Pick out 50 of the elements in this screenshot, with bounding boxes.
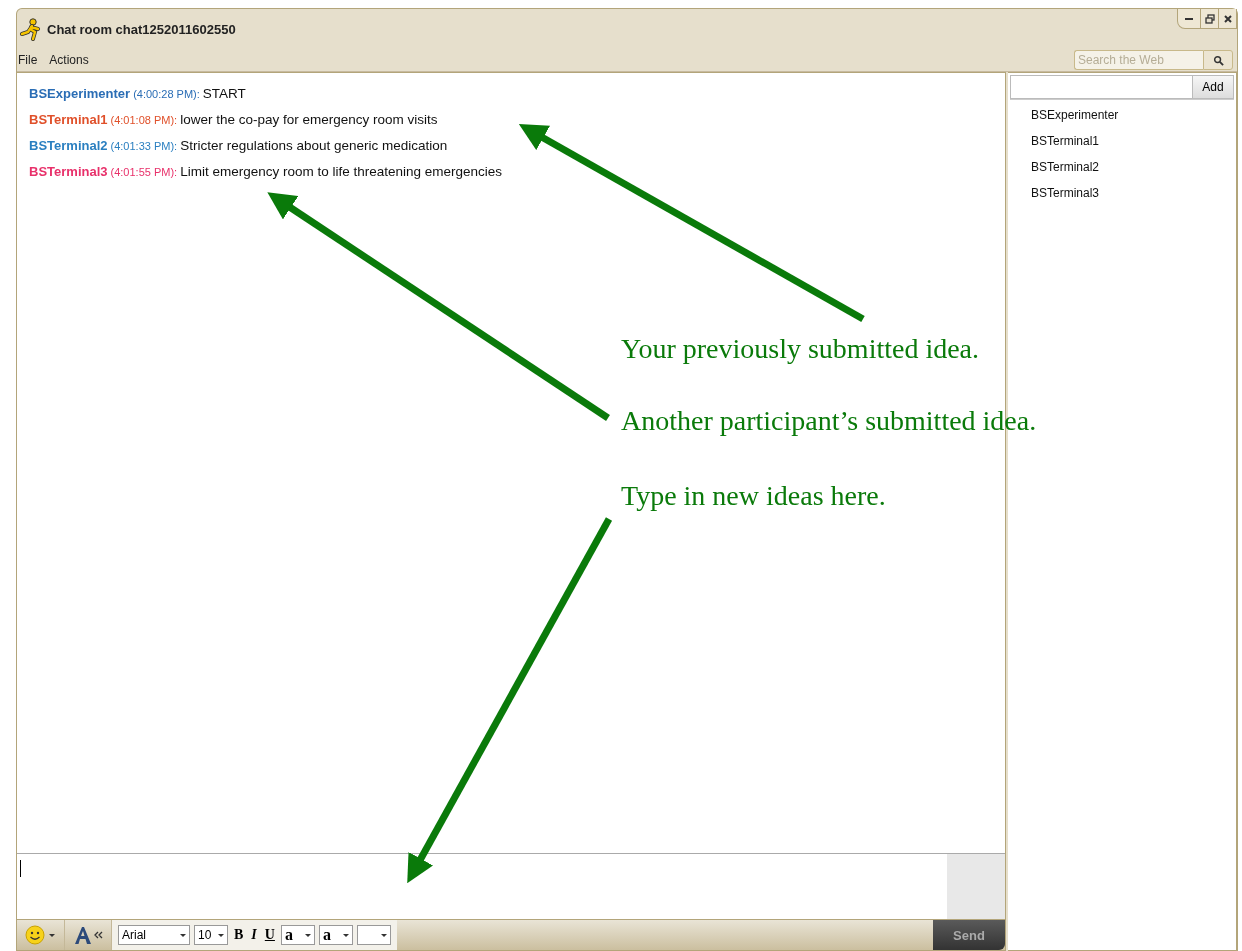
participant-name[interactable]: BSExperimenter	[1008, 102, 1236, 128]
message-text: Limit emergency room to life threatening emergencies	[180, 164, 503, 179]
add-button[interactable]: Add	[1192, 75, 1234, 99]
restore-icon	[1204, 13, 1215, 24]
message-text: Stricter regulations about generic medication	[180, 138, 448, 153]
color-dropdown[interactable]	[356, 925, 391, 945]
annotation-text: Type in new ideas here.	[621, 480, 886, 512]
caret-icon	[303, 931, 312, 939]
add-participant-field[interactable]	[1010, 75, 1192, 99]
italic-button[interactable]: I	[249, 927, 259, 943]
message-text: START	[202, 86, 246, 101]
timestamp: (4:01:08 PM):	[110, 114, 178, 126]
underline-button[interactable]: U	[262, 927, 277, 943]
participant-name[interactable]: BSTerminal3	[1008, 180, 1236, 206]
caret-icon	[179, 931, 187, 939]
window-title: Chat room chat1252011602550	[47, 21, 236, 37]
menu-item[interactable]: File	[18, 53, 38, 67]
sender-name: BSTerminal1	[29, 112, 108, 127]
text-color-button[interactable]: a	[280, 925, 315, 945]
font-size-dropdown[interactable]: 10	[194, 925, 228, 945]
participant-name[interactable]: BSTerminal1	[1008, 128, 1236, 154]
input-side-panel	[947, 854, 1005, 919]
sender-name: BSTerminal2	[29, 138, 108, 153]
close-icon	[1222, 13, 1233, 24]
font-dropdown[interactable]: Arial	[118, 925, 190, 945]
running-figure-icon	[19, 17, 43, 41]
caret-icon	[379, 931, 388, 939]
letter-a-icon	[73, 925, 103, 945]
search-field[interactable]: Search the Web	[1074, 50, 1203, 70]
menu-item[interactable]: Actions	[49, 53, 89, 67]
send-button[interactable]: Send	[933, 920, 1005, 950]
caret-icon	[341, 931, 350, 939]
timestamp: (4:00:28 PM):	[133, 88, 200, 100]
caret-icon	[48, 931, 56, 939]
restore-button[interactable]	[1200, 9, 1218, 28]
annotation-text: Your previously submitted idea.	[621, 333, 980, 365]
search-button[interactable]	[1203, 50, 1233, 70]
caret-icon	[217, 931, 225, 939]
text-cursor	[20, 860, 21, 877]
bold-button[interactable]: B	[232, 927, 246, 943]
participant-name[interactable]: BSTerminal2	[1008, 154, 1236, 180]
sender-name: BSTerminal3	[29, 164, 108, 179]
annotation-text: Another participant’s submitted idea.	[621, 405, 1037, 437]
timestamp: (4:01:33 PM):	[110, 140, 178, 152]
smiley-icon	[25, 925, 45, 945]
message-text: lower the co-pay for emergency room visits	[180, 112, 438, 127]
timestamp: (4:01:55 PM):	[110, 166, 178, 178]
search-icon	[1212, 54, 1224, 66]
background-color-button[interactable]: a	[318, 925, 353, 945]
sender-name: BSExperimenter	[29, 86, 131, 101]
